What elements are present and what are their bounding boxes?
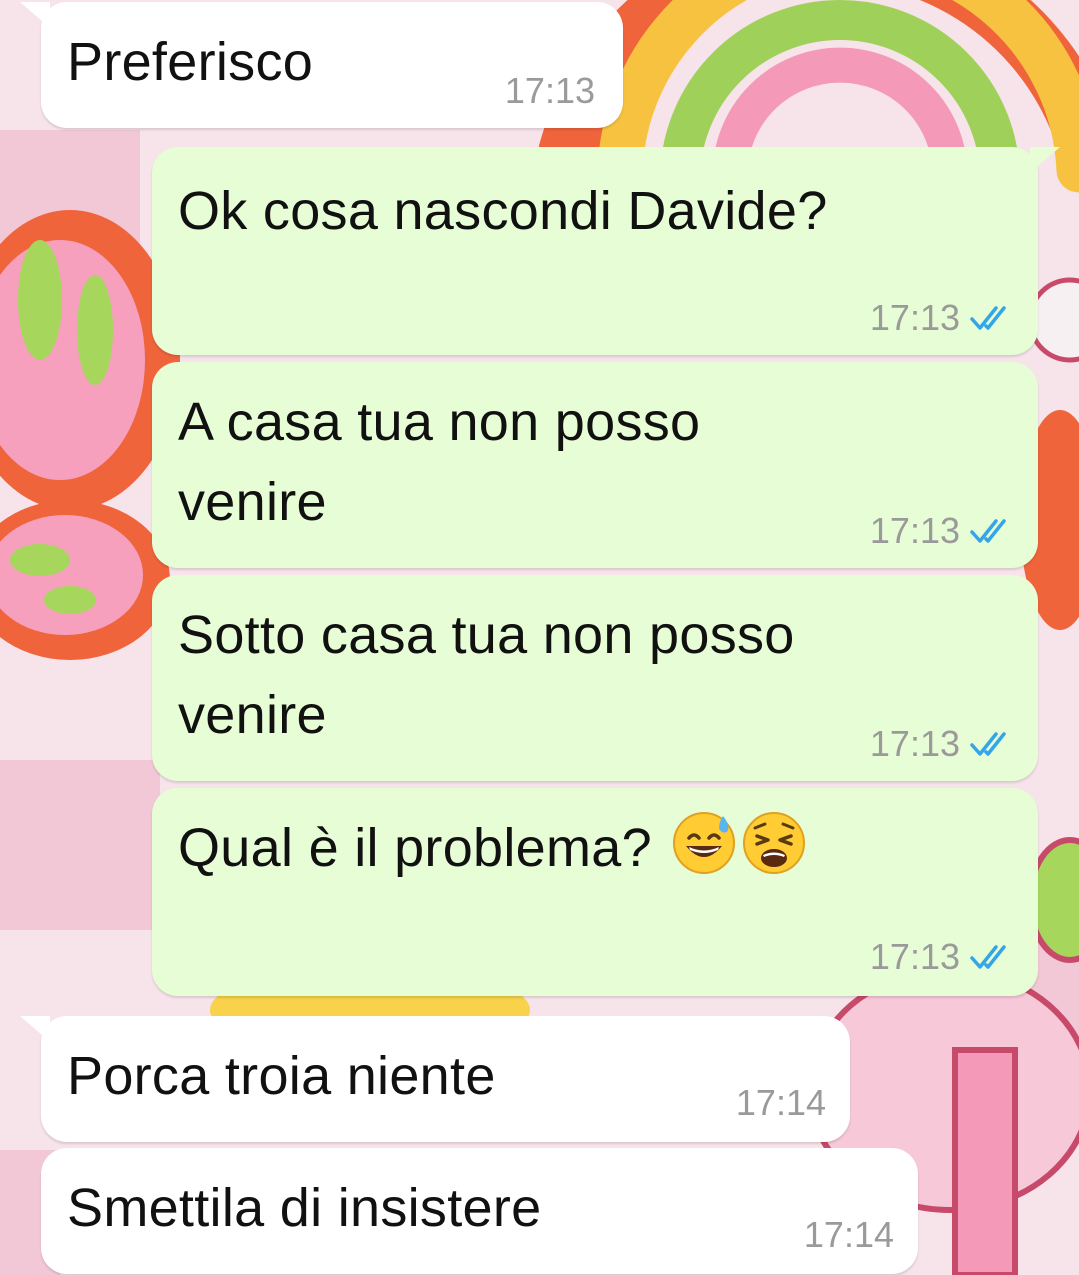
message-text: Preferisco (67, 32, 314, 92)
message-bubble-incoming[interactable]: Porca troia niente 17:14 (41, 1016, 850, 1142)
message-text-content: Qual è il problema? (178, 818, 652, 878)
bubble-tail-icon (1030, 147, 1060, 173)
message-timestamp: 17:13 (870, 297, 1014, 339)
read-receipt-icon (970, 519, 1006, 543)
message-text-line: Sotto casa tua non posso (178, 605, 795, 665)
message-timestamp: 17:13 (870, 723, 1014, 765)
message-bubble-incoming[interactable]: Smettila di insistere 17:14 (41, 1148, 918, 1274)
message-text-line: venire (178, 685, 327, 745)
message-bubble-outgoing[interactable]: Sotto casa tua non posso venire 17:13 (152, 575, 1038, 781)
message-text: Qual è il problema? (178, 808, 807, 888)
message-text: Ok cosa nascondi Davide? (178, 181, 828, 241)
message-bubble-incoming[interactable]: Preferisco 17:13 (41, 2, 623, 128)
message-timestamp: 17:13 (870, 936, 1014, 978)
read-receipt-icon (970, 945, 1006, 969)
message-timestamp: 17:14 (735, 1082, 826, 1123)
message-text-line: venire (178, 472, 327, 532)
weary-face-icon (743, 812, 806, 874)
message-bubble-outgoing[interactable]: A casa tua non posso venire 17:13 (152, 362, 1038, 568)
message-text: Porca troia niente (67, 1046, 496, 1106)
bubble-tail-icon (20, 1016, 50, 1042)
message-bubble-outgoing[interactable]: Qual è il problema? 17:13 (152, 788, 1038, 996)
message-text: Smettila di insistere (67, 1178, 542, 1238)
grinning-face-with-sweat-icon (673, 812, 736, 874)
message-timestamp: 17:13 (870, 510, 1014, 552)
message-timestamp: 17:14 (803, 1214, 894, 1255)
message-timestamp: 17:13 (504, 70, 595, 111)
message-text-line: A casa tua non posso (178, 392, 701, 452)
message-bubble-outgoing[interactable]: Ok cosa nascondi Davide? 17:13 (152, 147, 1038, 355)
read-receipt-icon (970, 732, 1006, 756)
read-receipt-icon (970, 306, 1006, 330)
bubble-tail-icon (20, 2, 50, 28)
